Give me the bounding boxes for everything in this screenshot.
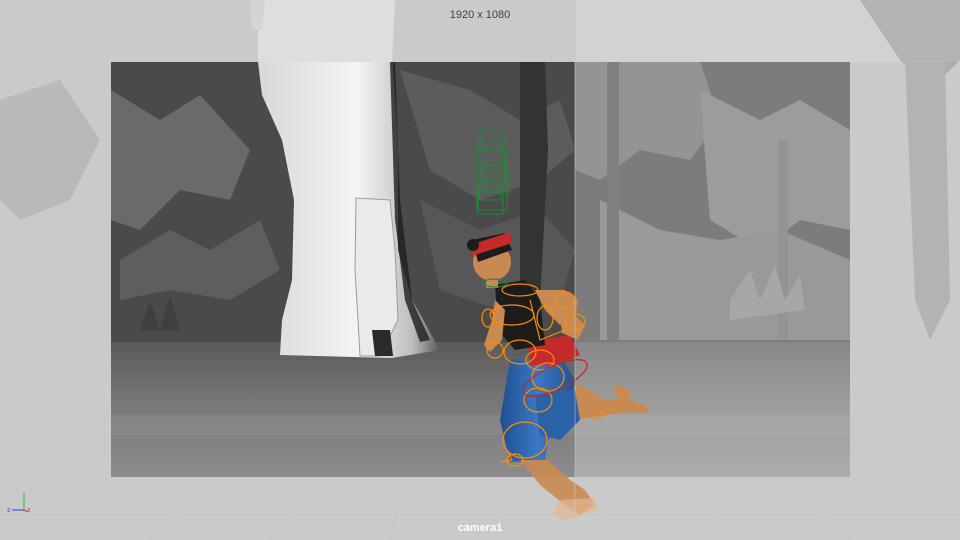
view-axis-gizmo: z x [7,493,31,514]
viewport-scene[interactable] [0,0,960,540]
x-axis-label: x [27,507,31,514]
resolution-gate-label: 1920 x 1080 [449,9,511,21]
camera-name-label: camera1 [457,522,503,534]
maya-viewport[interactable]: 1920 x 1080 camera1 z x [0,0,960,540]
z-axis-label: z [7,507,11,514]
